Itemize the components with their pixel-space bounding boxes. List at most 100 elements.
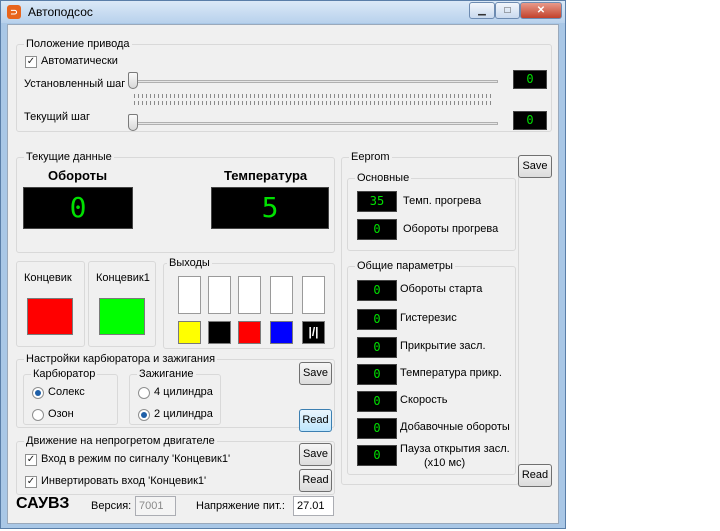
open-pause-label: Пауза открытия засл.	[400, 443, 510, 455]
cold-engine-title: Движение на непрогретом двигателе	[24, 435, 217, 447]
cur-step-thumb[interactable]	[128, 114, 138, 131]
close-temp-value[interactable]: 0	[357, 364, 397, 385]
ign-4cyl-radio[interactable]	[138, 387, 150, 399]
output-4-box	[270, 276, 293, 314]
set-step-slider[interactable]	[132, 80, 498, 83]
set-step-value: 0	[513, 70, 547, 89]
close-temp-label: Температура прикр.	[400, 367, 502, 379]
limit-switch-2-indicator	[99, 298, 145, 335]
client-area: Положение привода ✓ Автоматически Устано…	[7, 24, 559, 524]
eeprom-title: Eeprom	[349, 151, 392, 163]
cur-step-value: 0	[513, 111, 547, 130]
cold-engine-group: Движение на непрогретом двигателе ✓ Вход…	[16, 435, 335, 495]
voltage-field: 27.01	[293, 496, 334, 516]
start-rpm-label: Обороты старта	[400, 283, 483, 295]
speed-label: Скорость	[400, 394, 448, 406]
ign-4cyl-label: 4 цилиндра	[154, 386, 213, 398]
ignition-title: Зажигание	[137, 368, 196, 380]
rpm-label: Обороты	[48, 168, 108, 183]
outputs-group: Выходы |/|	[163, 257, 335, 349]
set-step-ticks	[134, 94, 494, 98]
speed-value[interactable]: 0	[357, 391, 397, 412]
outputs-title: Выходы	[167, 257, 212, 269]
rpm-display: 0	[23, 187, 133, 229]
temp-label: Температура	[224, 168, 308, 183]
carb-ignition-title: Настройки карбюратора и зажигания	[24, 353, 218, 365]
start-rpm-value[interactable]: 0	[357, 280, 397, 301]
current-data-group: Текущие данные Обороты 0 Температура 5	[16, 151, 335, 253]
warmup-temp-value[interactable]: 35	[357, 191, 397, 212]
carb-save-button[interactable]: Save	[299, 362, 332, 385]
cold-read-button[interactable]: Read	[299, 469, 332, 492]
drive-group-title: Положение привода	[24, 38, 132, 50]
hysteresis-label: Гистерезис	[400, 312, 457, 324]
drive-group: Положение привода ✓ Автоматически Устано…	[16, 38, 552, 132]
limit-switch-2-label: Концевик1	[96, 272, 150, 284]
carburetor-group: Карбюратор Солекс Озон	[23, 368, 118, 425]
output-2-box	[208, 276, 231, 314]
invert-input-label: Инвертировать вход 'Концевик1'	[41, 475, 207, 487]
common-params-title: Общие параметры	[355, 260, 455, 272]
output-5-color: |/|	[302, 321, 325, 344]
solex-label: Солекс	[48, 386, 85, 398]
set-step-ticks-2	[134, 101, 494, 105]
output-5-box	[302, 276, 325, 314]
open-pause-unit: (х10 мс)	[424, 457, 466, 469]
set-step-label: Установленный шаг	[24, 78, 126, 90]
output-1-box	[178, 276, 201, 314]
eeprom-group: Eeprom Основные 35 Темп. прогрева 0 Обор…	[341, 151, 519, 485]
extra-rpm-label: Добавочные обороты	[400, 421, 510, 433]
open-pause-value[interactable]: 0	[357, 445, 397, 466]
ign-2cyl-radio[interactable]	[138, 409, 150, 421]
brand-label: САУВЗ	[16, 495, 70, 512]
extra-rpm-value[interactable]: 0	[357, 418, 397, 439]
auto-label: Автоматически	[41, 55, 118, 67]
minimize-icon[interactable]: ▁	[469, 2, 495, 19]
ignition-group: Зажигание 4 цилиндра 2 цилиндра	[129, 368, 221, 425]
invert-input-checkbox[interactable]: ✓	[25, 476, 37, 488]
ozon-label: Озон	[48, 408, 74, 420]
flap-close-label: Прикрытие засл.	[400, 340, 486, 352]
main-params-group: Основные 35 Темп. прогрева 0 Обороты про…	[347, 172, 516, 251]
limit-switch-1-label: Концевик	[24, 272, 72, 284]
cold-mode-label: Вход в режим по сигналу 'Концевик1'	[41, 453, 231, 465]
close-icon[interactable]: ✕	[520, 2, 562, 19]
main-params-title: Основные	[355, 172, 412, 184]
cur-step-slider[interactable]	[132, 122, 498, 125]
cold-mode-checkbox[interactable]: ✓	[25, 454, 37, 466]
temp-display: 5	[211, 187, 329, 229]
output-3-color	[238, 321, 261, 344]
warmup-rpm-value[interactable]: 0	[357, 219, 397, 240]
cur-step-label: Текущий шаг	[24, 111, 91, 123]
warmup-temp-label: Темп. прогрева	[403, 195, 482, 207]
flap-close-value[interactable]: 0	[357, 337, 397, 358]
hysteresis-value[interactable]: 0	[357, 309, 397, 330]
title-bar[interactable]: ⊃ Автоподсос ▁ □ ✕	[1, 1, 565, 23]
warmup-rpm-label: Обороты прогрева	[403, 223, 499, 235]
app-icon: ⊃	[7, 5, 21, 19]
output-3-box	[238, 276, 261, 314]
set-step-thumb[interactable]	[128, 72, 138, 89]
limit-switch-1-group: Концевик	[16, 261, 85, 347]
output-2-color	[208, 321, 231, 344]
common-params-group: Общие параметры 0 Обороты старта 0 Гисте…	[347, 260, 516, 475]
ozon-radio[interactable]	[32, 409, 44, 421]
version-label: Версия:	[91, 500, 132, 512]
limit-switch-2-group: Концевик1	[88, 261, 156, 347]
eeprom-save-button[interactable]: Save	[518, 155, 552, 178]
carb-ignition-group: Настройки карбюратора и зажигания Карбюр…	[16, 353, 335, 432]
output-4-color	[270, 321, 293, 344]
auto-checkbox[interactable]: ✓	[25, 56, 37, 68]
output-1-color	[178, 321, 201, 344]
window-title: Автоподсос	[28, 5, 93, 19]
app-window: ⊃ Автоподсос ▁ □ ✕ Положение привода ✓ А…	[0, 0, 566, 529]
current-data-title: Текущие данные	[24, 151, 114, 163]
solex-radio[interactable]	[32, 387, 44, 399]
voltage-label: Напряжение пит.:	[196, 500, 285, 512]
maximize-icon[interactable]: □	[495, 2, 520, 19]
carb-read-button[interactable]: Read	[299, 409, 332, 432]
cold-save-button[interactable]: Save	[299, 443, 332, 466]
version-field: 7001	[135, 496, 176, 516]
limit-switch-1-indicator	[27, 298, 73, 335]
eeprom-read-button[interactable]: Read	[518, 464, 552, 487]
